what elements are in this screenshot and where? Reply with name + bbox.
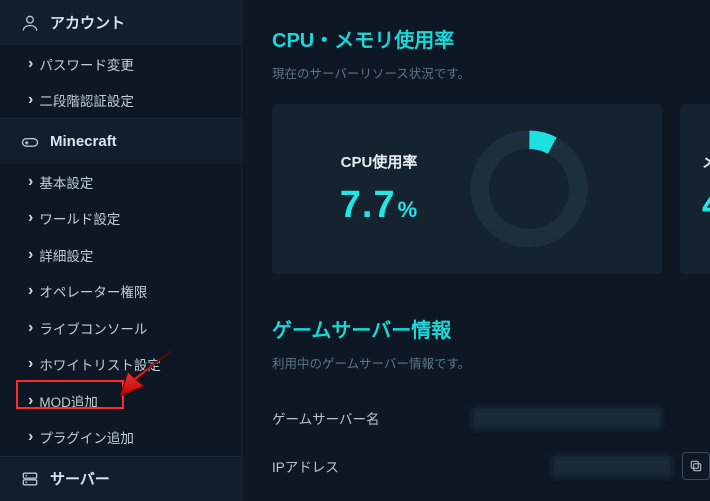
- sidebar-item-label: 基本設定: [39, 172, 93, 192]
- copy-button[interactable]: [682, 452, 710, 480]
- cpu-value-number: 7.7: [340, 184, 396, 226]
- sidebar-item-2fa[interactable]: › 二段階認証設定: [0, 82, 241, 118]
- sidebar-item-label: 二段階認証設定: [39, 90, 134, 110]
- info-row-ip: IPアドレス: [272, 442, 710, 490]
- memory-value-peek: 4: [702, 184, 710, 227]
- info-key: ゲームサーバー名: [272, 408, 472, 428]
- sidebar-category-label: サーバー: [50, 468, 110, 489]
- copy-icon: [689, 459, 703, 473]
- sidebar-item-label: ライブコンソール: [39, 318, 147, 338]
- cpu-label: CPU使用率: [341, 151, 418, 172]
- cpu-value: 7.7%: [340, 184, 418, 227]
- info-key: IPアドレス: [272, 456, 472, 476]
- cpu-value-unit: %: [398, 197, 419, 222]
- sidebar-item-label: パスワード変更: [39, 54, 134, 74]
- sidebar-category-account[interactable]: アカウント: [0, 0, 241, 45]
- sidebar-item-label: 詳細設定: [39, 245, 93, 265]
- info-value-redacted: [552, 455, 672, 477]
- sidebar-item-label: ワールド設定: [39, 208, 120, 228]
- main-content: CPU・メモリ使用率 現在のサーバーリソース状況です。 CPU使用率 7.7% …: [242, 0, 710, 501]
- memory-card: メ 4: [680, 104, 710, 274]
- sidebar-item-operator[interactable]: ›オペレーター権限: [0, 273, 241, 309]
- memory-label-peek: メ: [702, 151, 710, 172]
- cpu-donut-chart: [464, 124, 594, 254]
- sidebar-item-whitelist[interactable]: ›ホワイトリスト設定: [0, 346, 241, 382]
- sidebar-category-label: Minecraft: [50, 133, 117, 150]
- info-value-redacted: [472, 407, 662, 429]
- sidebar-item-detail[interactable]: ›詳細設定: [0, 237, 241, 273]
- sidebar-category-server[interactable]: サーバー: [0, 456, 241, 501]
- sidebar-category-label: アカウント: [50, 12, 125, 33]
- info-section-subtitle: 利用中のゲームサーバー情報です。: [272, 353, 710, 372]
- cpu-card: CPU使用率 7.7%: [272, 104, 662, 274]
- info-section-title: ゲームサーバー情報: [272, 314, 710, 343]
- sidebar: アカウント › パスワード変更 › 二段階認証設定 Minecraft ›基本設…: [0, 0, 242, 501]
- sidebar-category-minecraft[interactable]: Minecraft: [0, 118, 241, 163]
- sidebar-item-console[interactable]: ›ライブコンソール: [0, 310, 241, 346]
- sidebar-item-label: MOD追加: [39, 391, 98, 411]
- gamepad-icon: [20, 132, 40, 152]
- sidebar-item-label: オペレーター権限: [39, 281, 147, 301]
- sidebar-item-plugin[interactable]: ›プラグイン追加: [0, 419, 241, 455]
- resource-cards: CPU使用率 7.7% メ 4: [272, 104, 710, 274]
- sidebar-item-label: プラグイン追加: [39, 427, 134, 447]
- server-icon: [20, 469, 40, 489]
- sidebar-item-world[interactable]: ›ワールド設定: [0, 200, 241, 236]
- user-icon: [20, 13, 40, 33]
- cpu-section-subtitle: 現在のサーバーリソース状況です。: [272, 63, 710, 82]
- sidebar-item-label: ホワイトリスト設定: [39, 354, 161, 374]
- sidebar-item-password[interactable]: › パスワード変更: [0, 45, 241, 81]
- sidebar-item-basic[interactable]: ›基本設定: [0, 164, 241, 200]
- sidebar-item-mod[interactable]: ›MOD追加: [0, 383, 241, 419]
- cpu-section-title: CPU・メモリ使用率: [272, 24, 710, 53]
- info-row-server-name: ゲームサーバー名: [272, 394, 710, 442]
